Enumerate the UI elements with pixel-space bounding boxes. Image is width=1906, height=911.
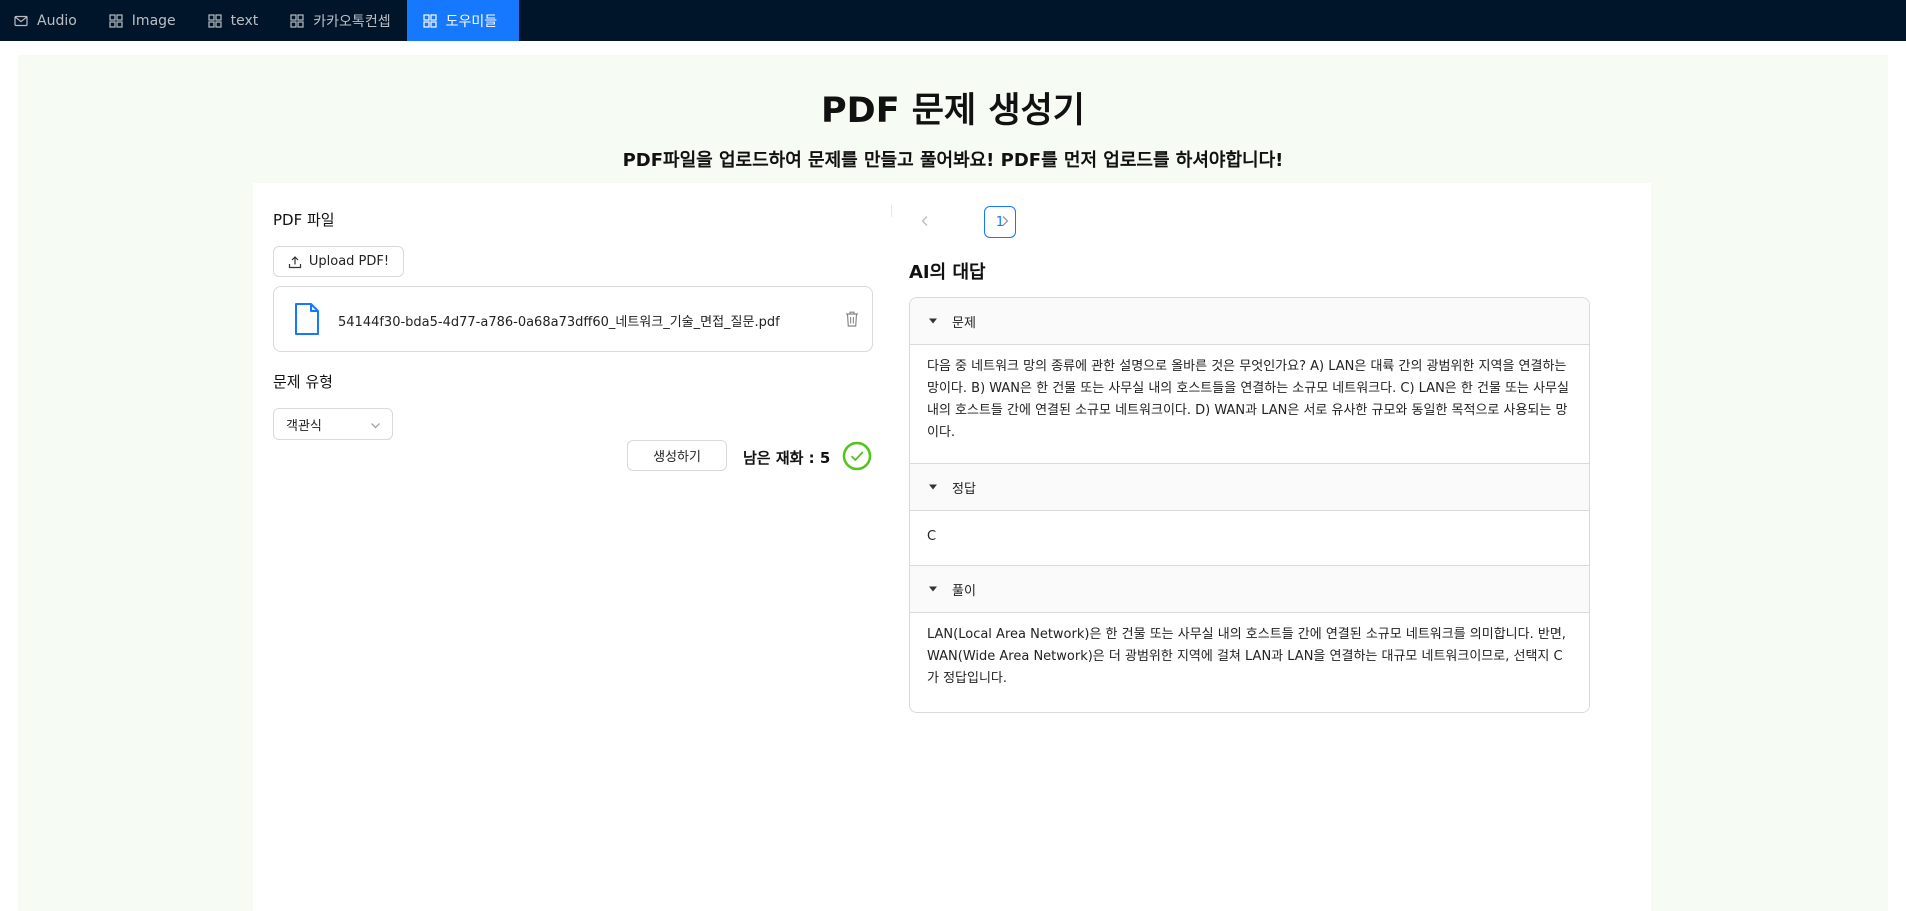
nav-item-image[interactable]: Image — [93, 0, 192, 41]
page-subtitle: PDF파일을 업로드하여 문제를 만들고 풀어봐요! PDF를 먼저 업로드를 … — [622, 150, 1284, 171]
collapse-header-label: 풀이 — [952, 583, 976, 599]
remaining-credits: 남은 재화 : 5 — [743, 449, 831, 467]
upload-icon — [288, 255, 301, 268]
upload-pdf-button[interactable]: Upload PDF! — [273, 246, 404, 277]
caret-down-icon — [929, 586, 937, 592]
nav-item-label: Image — [131, 12, 176, 29]
nav-item-helpers[interactable]: 도우미들 — [406, 0, 520, 41]
collapse-header-label: 문제 — [952, 315, 976, 331]
question-type-select[interactable]: 객관식 — [273, 408, 393, 440]
question-type-value: 객관식 — [286, 418, 322, 434]
caret-down-icon — [929, 318, 937, 324]
question-text: 다음 중 네트워크 망의 종류에 관한 설명으로 올바른 것은 무엇인가요? A… — [927, 359, 1569, 440]
check-circle-icon — [842, 441, 872, 471]
collapse-body-question: 다음 중 네트워크 망의 종류에 관한 설명으로 올바른 것은 무엇인가요? A… — [910, 345, 1589, 464]
top-nav: Audio Image text 카카오톡컨셉 도우미들 — [0, 0, 1906, 41]
nav-item-label: 카카오톡컨셉 — [313, 13, 391, 30]
answer-collapse: 문제 다음 중 네트워크 망의 종류에 관한 설명으로 올바른 것은 무엇인가요… — [909, 297, 1590, 713]
nav-item-text[interactable]: text — [192, 0, 275, 41]
collapse-body-answer: C — [910, 511, 1589, 566]
collapse-header-answer[interactable]: 정답 — [910, 464, 1589, 511]
collapse-header-label: 정답 — [952, 481, 976, 497]
ai-answer-title: AI의 대답 — [909, 262, 986, 283]
mail-icon — [14, 14, 28, 28]
delete-icon[interactable] — [845, 311, 859, 327]
nav-item-label: Audio — [37, 12, 77, 29]
appstore-icon — [422, 13, 437, 28]
column-divider — [891, 205, 892, 217]
pdf-file-label: PDF 파일 — [273, 211, 335, 229]
collapse-body-explanation: LAN(Local Area Network)은 한 건물 또는 사무실 내의 … — [910, 613, 1589, 712]
generate-button[interactable]: 생성하기 — [627, 440, 727, 471]
nav-item-audio[interactable]: Audio — [0, 0, 93, 41]
page-title: PDF 문제 생성기 — [821, 91, 1085, 131]
question-type-label: 문제 유형 — [273, 373, 333, 391]
appstore-icon — [208, 13, 222, 28]
chevron-down-icon — [371, 423, 380, 429]
appstore-icon — [290, 13, 304, 28]
caret-down-icon — [929, 484, 937, 490]
collapse-header-explanation[interactable]: 풀이 — [910, 566, 1589, 613]
collapse-header-question[interactable]: 문제 — [910, 298, 1589, 345]
chevron-right-icon[interactable] — [999, 215, 1011, 227]
chevron-left-icon[interactable] — [919, 215, 931, 227]
nav-item-label: 도우미들 — [445, 13, 498, 30]
explanation-text: LAN(Local Area Network)은 한 건물 또는 사무실 내의 … — [927, 627, 1566, 686]
nav-item-kakao[interactable]: 카카오톡컨셉 — [274, 0, 406, 41]
generate-button-label: 생성하기 — [653, 450, 701, 465]
uploaded-file-card: 54144f30-bda5-4d77-a786-0a68a73dff60_네트워… — [273, 286, 873, 352]
file-name: 54144f30-bda5-4d77-a786-0a68a73dff60_네트워… — [338, 315, 780, 330]
file-icon — [295, 303, 319, 335]
answer-text: C — [927, 529, 937, 544]
nav-item-label: text — [230, 12, 259, 29]
appstore-icon — [109, 13, 123, 28]
upload-pdf-label: Upload PDF! — [308, 254, 390, 269]
